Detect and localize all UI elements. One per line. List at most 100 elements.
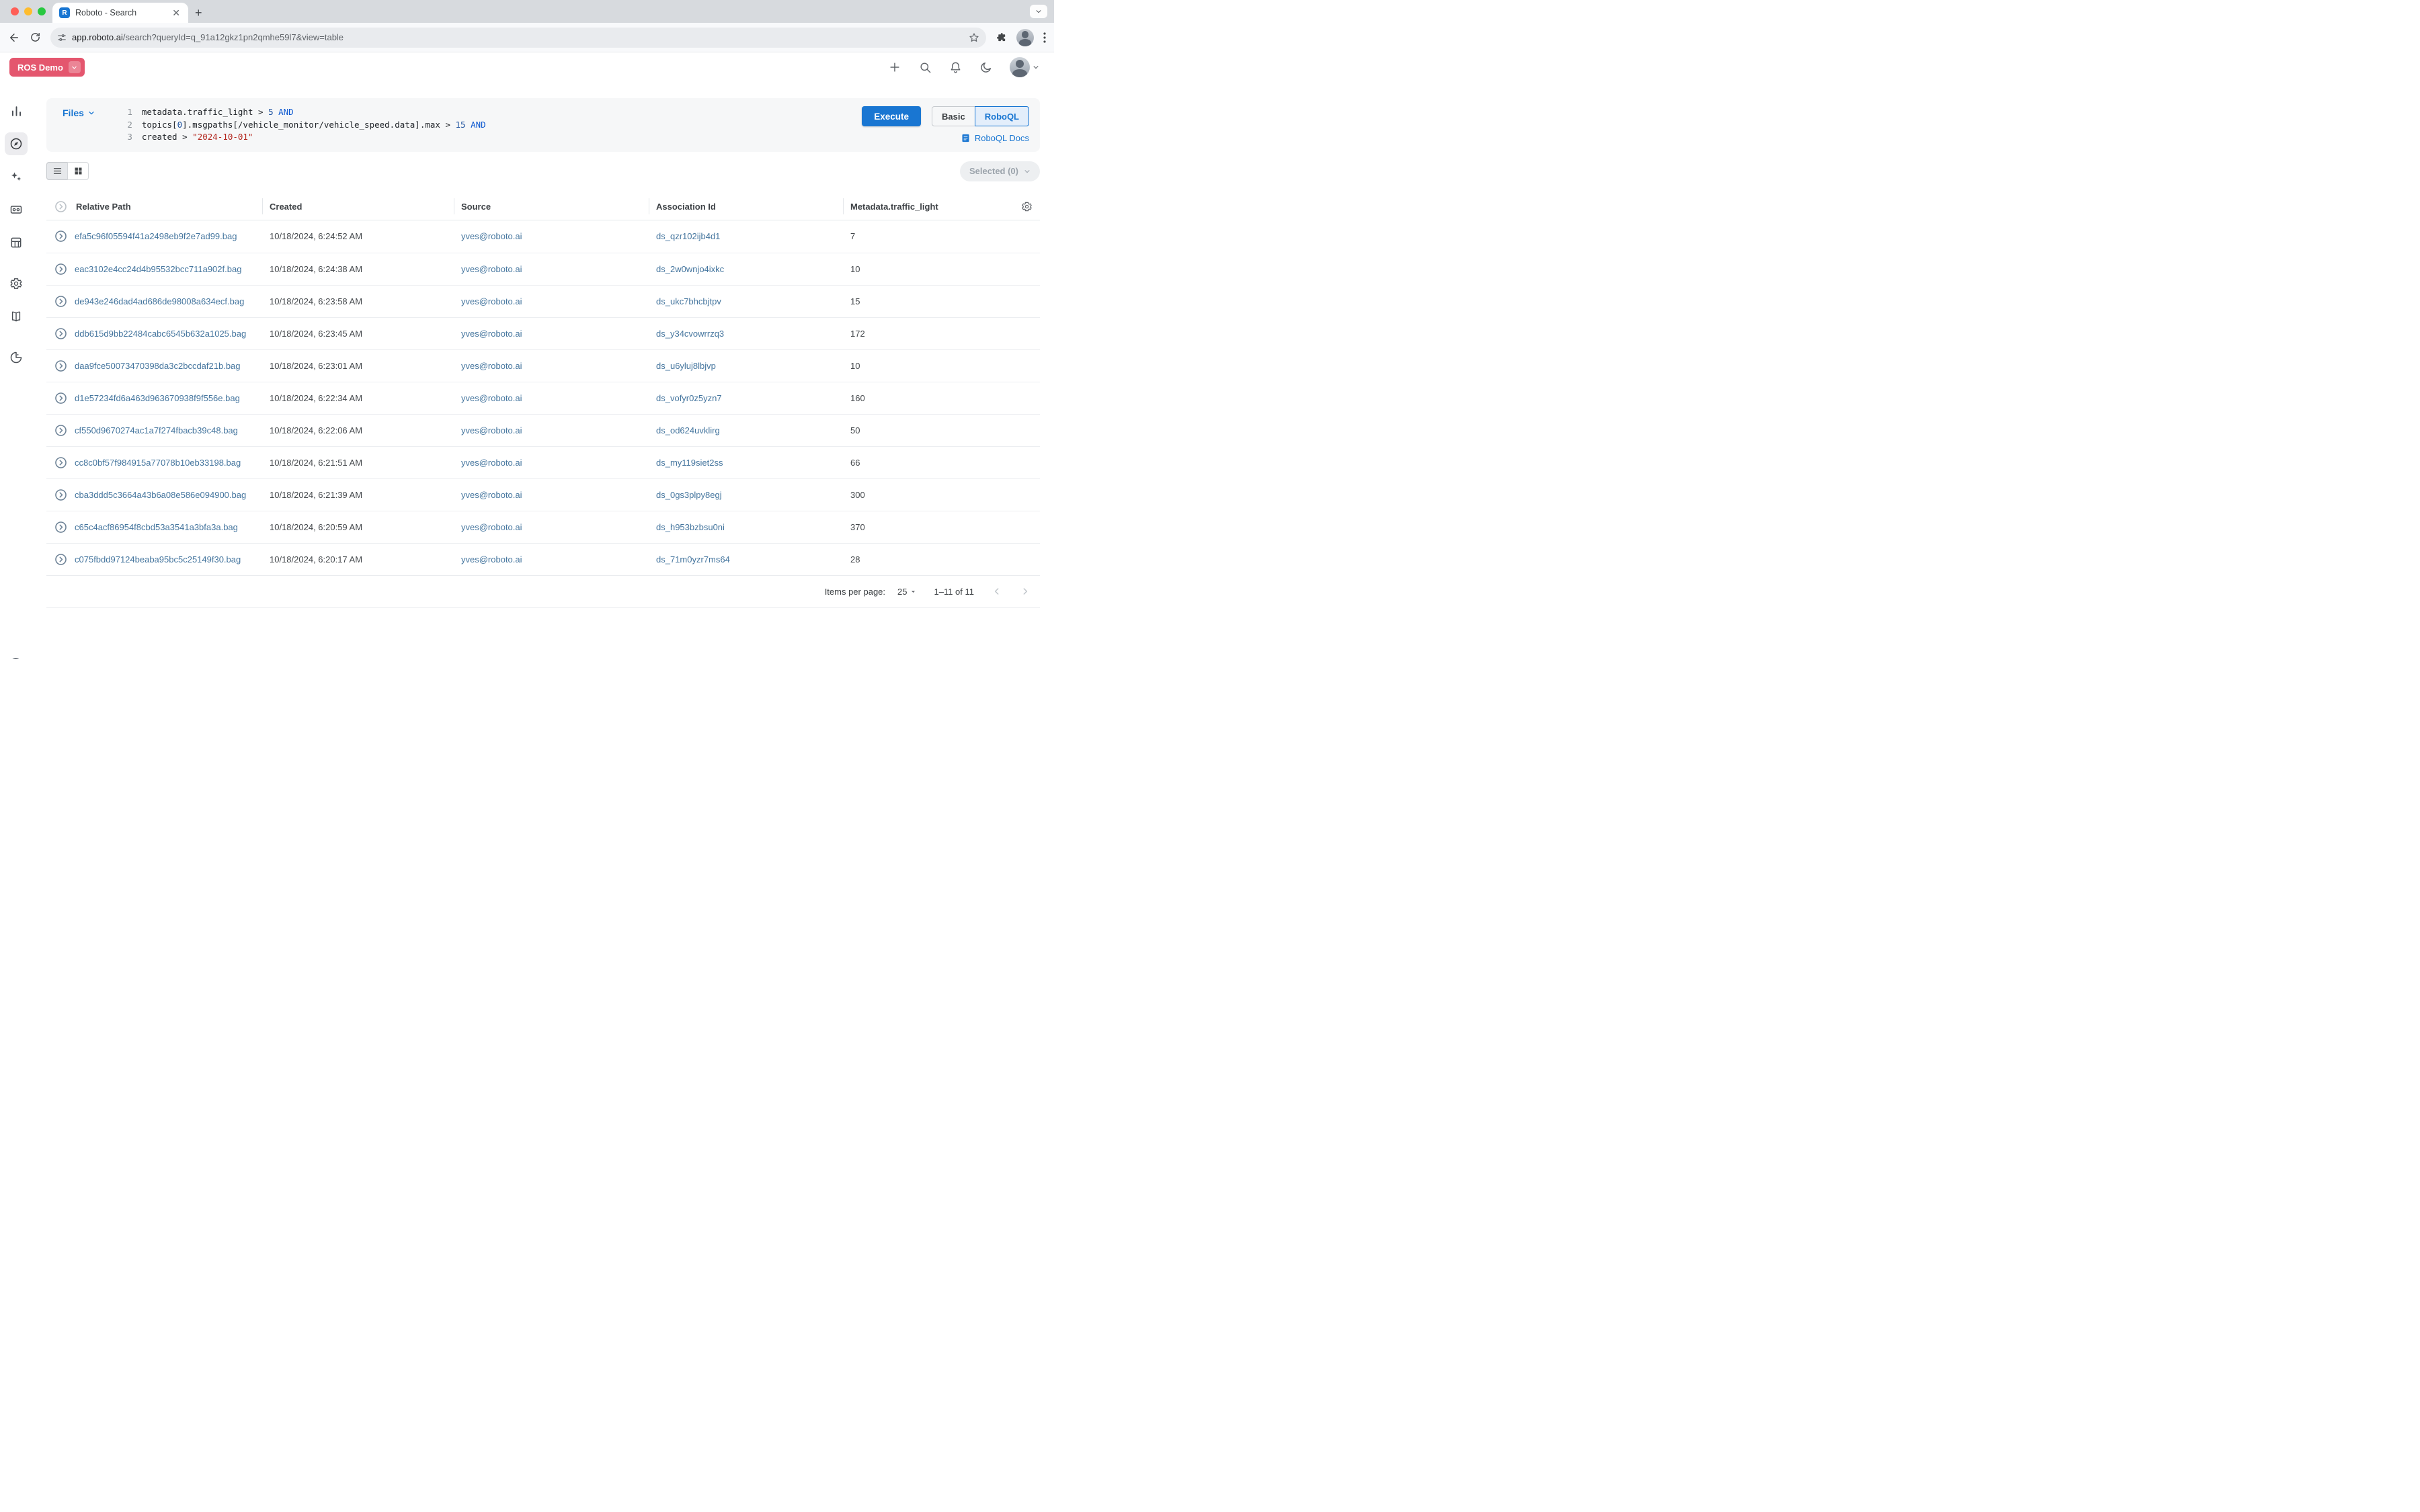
chevron-down-icon <box>1024 168 1031 175</box>
relative-path-link[interactable]: daa9fce50073470398da3c2bccdaf21b.bag <box>75 361 270 371</box>
association-id-link[interactable]: ds_qzr102ijb4d1 <box>656 231 850 241</box>
query-mode-toggle: Basic RoboQL <box>932 106 1029 126</box>
back-button[interactable] <box>8 32 20 44</box>
association-id-link[interactable]: ds_2w0wnjo4ixkc <box>656 264 850 274</box>
extensions-button[interactable] <box>996 32 1007 43</box>
expand-row-button[interactable] <box>46 360 75 372</box>
browser-menu-button[interactable] <box>1043 32 1046 43</box>
source-cell[interactable]: yves@roboto.ai <box>461 490 656 500</box>
sidebar-item-ai[interactable] <box>5 165 28 188</box>
maximize-window-button[interactable] <box>38 7 46 15</box>
expand-row-button[interactable] <box>46 392 75 405</box>
mode-basic-button[interactable]: Basic <box>932 106 975 126</box>
roboql-docs-label: RoboQL Docs <box>975 133 1029 143</box>
chevron-down-icon <box>88 110 95 116</box>
table-view-button[interactable] <box>46 162 68 180</box>
sidebar-item-search[interactable] <box>5 132 28 155</box>
expand-row-button[interactable] <box>46 263 75 276</box>
source-cell[interactable]: yves@roboto.ai <box>461 361 656 371</box>
org-switcher-button[interactable]: ROS Demo <box>9 58 85 77</box>
column-header-created[interactable]: Created <box>262 198 461 214</box>
roboql-docs-link[interactable]: RoboQL Docs <box>961 133 1029 143</box>
site-settings-icon[interactable] <box>57 33 67 42</box>
sidebar-item-datasets[interactable] <box>5 231 28 254</box>
grid-view-button[interactable] <box>67 162 89 180</box>
relative-path-link[interactable]: c075fbdd97124beaba95bc5c25149f30.bag <box>75 554 270 564</box>
column-header-traffic-light[interactable]: Metadata.traffic_light <box>843 198 1013 214</box>
association-id-link[interactable]: ds_h953bzbsu0ni <box>656 522 850 532</box>
association-id-link[interactable]: ds_71m0yzr7ms64 <box>656 554 850 564</box>
relative-path-link[interactable]: c65c4acf86954f8cbd53a3541a3bfa3a.bag <box>75 522 270 532</box>
browser-profile-avatar[interactable] <box>1016 29 1034 46</box>
source-cell[interactable]: yves@roboto.ai <box>461 329 656 339</box>
relative-path-link[interactable]: cba3ddd5c3664a43b6a08e586e094900.bag <box>75 490 270 500</box>
expand-row-button[interactable] <box>46 295 75 308</box>
tab-search-button[interactable] <box>1030 5 1047 18</box>
relative-path-link[interactable]: ddb615d9bb22484cabc6545b632a1025.bag <box>75 329 270 339</box>
reload-button[interactable] <box>30 32 41 43</box>
expand-row-button[interactable] <box>46 489 75 501</box>
close-window-button[interactable] <box>11 7 19 15</box>
notifications-button[interactable] <box>949 61 962 74</box>
next-page-button[interactable] <box>1020 586 1031 597</box>
relative-path-link[interactable]: d1e57234fd6a463d963670938f9f556e.bag <box>75 393 270 403</box>
association-id-link[interactable]: ds_u6yluj8lbjvp <box>656 361 850 371</box>
expand-row-button[interactable] <box>46 327 75 340</box>
created-cell: 10/18/2024, 6:22:34 AM <box>270 393 461 403</box>
association-id-link[interactable]: ds_vofyr0z5yzn7 <box>656 393 850 403</box>
page-range: 1–11 of 11 <box>934 587 974 597</box>
column-settings-button[interactable] <box>1013 201 1040 212</box>
source-cell[interactable]: yves@roboto.ai <box>461 231 656 241</box>
relative-path-link[interactable]: de943e246dad4ad686de98008a634ecf.bag <box>75 296 270 306</box>
column-header-relative-path[interactable]: Relative Path <box>75 198 270 214</box>
column-header-source[interactable]: Source <box>454 198 656 214</box>
previous-page-button[interactable] <box>992 586 1002 597</box>
search-button[interactable] <box>919 61 932 74</box>
url-domain: app.roboto.ai <box>72 32 123 42</box>
source-cell[interactable]: yves@roboto.ai <box>461 458 656 468</box>
column-header-association-id[interactable]: Association Id <box>649 198 850 214</box>
association-id-link[interactable]: ds_0gs3plpy8egj <box>656 490 850 500</box>
user-menu[interactable] <box>1010 57 1039 77</box>
expand-row-button[interactable] <box>46 424 75 437</box>
association-id-link[interactable]: ds_my119siet2ss <box>656 458 850 468</box>
association-id-link[interactable]: ds_od624uvklirg <box>656 425 850 435</box>
sidebar-item-recordings[interactable] <box>5 198 28 221</box>
create-button[interactable] <box>888 60 901 74</box>
source-cell[interactable]: yves@roboto.ai <box>461 393 656 403</box>
bookmark-star-icon[interactable] <box>969 32 979 43</box>
dark-mode-toggle[interactable] <box>979 61 992 74</box>
new-tab-button[interactable]: + <box>195 7 202 19</box>
per-page-select[interactable]: 25 <box>897 587 916 597</box>
source-cell[interactable]: yves@roboto.ai <box>461 554 656 564</box>
query-code[interactable]: 1metadata.traffic_light > 5 AND2topics[0… <box>122 106 846 144</box>
association-id-link[interactable]: ds_y34cvowrrzq3 <box>656 329 850 339</box>
query-scope-dropdown[interactable]: Files <box>63 106 95 118</box>
source-cell[interactable]: yves@roboto.ai <box>461 522 656 532</box>
selected-dropdown[interactable]: Selected (0) <box>960 161 1040 181</box>
url-bar[interactable]: app.roboto.ai/search?queryId=q_91a12gkz1… <box>50 28 986 48</box>
relative-path-link[interactable]: eac3102e4cc24d4b95532bcc711a902f.bag <box>75 264 270 274</box>
association-id-link[interactable]: ds_ukc7bhcbjtpv <box>656 296 850 306</box>
expand-row-button[interactable] <box>46 230 75 243</box>
source-cell[interactable]: yves@roboto.ai <box>461 264 656 274</box>
browser-tab[interactable]: R Roboto - Search ✕ <box>52 3 188 23</box>
sidebar-item-integrations[interactable] <box>5 346 28 369</box>
source-cell[interactable]: yves@roboto.ai <box>461 425 656 435</box>
relative-path-link[interactable]: cf550d9670274ac1a7f274fbacb39c48.bag <box>75 425 270 435</box>
expand-row-button[interactable] <box>46 456 75 469</box>
relative-path-link[interactable]: efa5c96f05594f41a2498eb9f2e7ad99.bag <box>75 231 270 241</box>
expand-row-button[interactable] <box>46 553 75 566</box>
sidebar-item-docs[interactable] <box>5 305 28 328</box>
execute-button[interactable]: Execute <box>862 106 921 126</box>
url-text[interactable]: app.roboto.ai/search?queryId=q_91a12gkz1… <box>72 32 963 42</box>
mode-roboql-button[interactable]: RoboQL <box>975 106 1029 126</box>
expand-row-button[interactable] <box>46 521 75 534</box>
relative-path-link[interactable]: cc8c0bf57f984915a77078b10eb33198.bag <box>75 458 270 468</box>
sidebar-item-metrics[interactable] <box>5 99 28 122</box>
moon-icon <box>979 61 992 74</box>
source-cell[interactable]: yves@roboto.ai <box>461 296 656 306</box>
tab-close-icon[interactable]: ✕ <box>169 7 183 19</box>
sidebar-item-settings[interactable] <box>5 272 28 295</box>
minimize-window-button[interactable] <box>24 7 32 15</box>
